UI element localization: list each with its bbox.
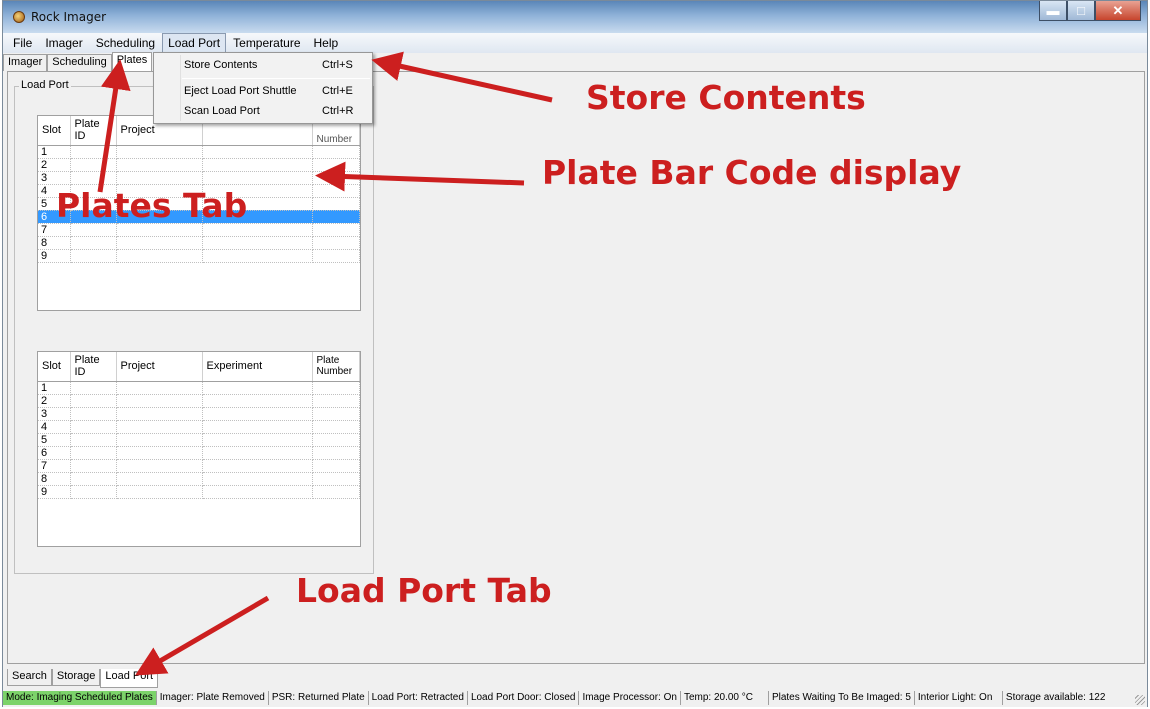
annotation-load-port-tab: Load Port Tab xyxy=(296,571,552,610)
app-icon xyxy=(13,11,25,23)
table-row[interactable]: 1 xyxy=(38,381,360,395)
menu-imager[interactable]: Imager xyxy=(39,33,88,53)
status-light: Interior Light: On xyxy=(915,691,1003,705)
column-header[interactable]: Plate ID xyxy=(70,352,117,382)
table-row[interactable]: 9 xyxy=(38,485,360,499)
plates-grid-bottom[interactable]: Slot Plate ID Project Experiment Plate N… xyxy=(37,351,361,547)
status-waiting: Plates Waiting To Be Imaged: 5 xyxy=(769,691,915,705)
status-door: Load Port Door: Closed xyxy=(468,691,580,705)
table-row[interactable]: 1 xyxy=(38,145,360,159)
menu-item-label: Eject Load Port Shuttle xyxy=(184,85,297,97)
slot-cell: 9 xyxy=(38,249,71,263)
table-row[interactable]: 8 xyxy=(38,472,360,486)
slot-cell: 7 xyxy=(38,459,71,473)
top-tabs: Imager Scheduling Plates xyxy=(3,52,153,71)
slot-cell: 3 xyxy=(38,407,71,421)
load-port-dropdown-menu: Store Contents Ctrl+S Eject Load Port Sh… xyxy=(153,52,373,124)
menu-item-scan-load-port[interactable]: Scan Load Port Ctrl+R xyxy=(154,102,372,122)
table-row[interactable]: 2 xyxy=(38,394,360,408)
groupbox-label: Load Port xyxy=(19,79,71,91)
slot-cell: 2 xyxy=(38,394,71,408)
table-row[interactable]: 3 xyxy=(38,407,360,421)
minimize-button[interactable]: ▬ xyxy=(1039,1,1067,21)
bottom-tabs: Search Storage Load Port xyxy=(7,669,159,688)
menu-bar: File Imager Scheduling Load Port Tempera… xyxy=(3,33,1147,53)
column-header[interactable]: Experiment xyxy=(202,352,313,382)
tab-search[interactable]: Search xyxy=(7,669,52,686)
status-processor: Image Processor: On xyxy=(579,691,681,705)
window-title: Rock Imager xyxy=(31,10,107,24)
menu-help[interactable]: Help xyxy=(308,33,345,53)
slot-cell: 3 xyxy=(38,171,71,185)
table-row[interactable]: 2 xyxy=(38,158,360,172)
close-button[interactable]: ✕ xyxy=(1095,1,1141,21)
slot-cell: 5 xyxy=(38,433,71,447)
tab-load-port[interactable]: Load Port xyxy=(100,669,159,688)
column-header[interactable]: Project xyxy=(116,352,203,382)
status-mode: Mode: Imaging Scheduled Plates xyxy=(3,691,157,705)
annotation-plates-tab: Plates Tab xyxy=(56,186,248,225)
tab-imager[interactable]: Imager xyxy=(3,54,48,71)
menu-item-store-contents[interactable]: Store Contents Ctrl+S xyxy=(154,56,372,76)
tab-scheduling[interactable]: Scheduling xyxy=(47,54,112,71)
column-header[interactable]: Plate ID xyxy=(70,116,117,146)
menu-item-shortcut: Ctrl+E xyxy=(322,85,353,97)
status-bar: Mode: Imaging Scheduled Plates Imager: P… xyxy=(3,689,1147,707)
slot-cell: 6 xyxy=(38,446,71,460)
menu-item-eject-shuttle[interactable]: Eject Load Port Shuttle Ctrl+E xyxy=(154,82,372,102)
menu-load-port[interactable]: Load Port xyxy=(162,33,227,53)
column-header[interactable]: Slot xyxy=(38,352,71,382)
menu-scheduling[interactable]: Scheduling xyxy=(90,33,161,53)
status-temp: Temp: 20.00 °C xyxy=(681,691,769,705)
load-port-groupbox: Load Port Slot Plate ID Project Number 1… xyxy=(14,79,374,574)
slot-cell: 1 xyxy=(38,145,71,159)
slot-cell: 8 xyxy=(38,236,71,250)
slot-cell: 2 xyxy=(38,158,71,172)
slot-cell: 8 xyxy=(38,472,71,486)
table-row[interactable]: 4 xyxy=(38,420,360,434)
app-window: Rock Imager ▬ □ ✕ File Imager Scheduling… xyxy=(2,0,1148,707)
annotation-plate-bar-code: Plate Bar Code display xyxy=(542,153,962,192)
tab-plates[interactable]: Plates xyxy=(111,52,153,71)
menu-temperature[interactable]: Temperature xyxy=(227,33,306,53)
table-row[interactable]: 6 xyxy=(38,446,360,460)
column-header[interactable]: Slot xyxy=(38,116,71,146)
window-controls: ▬ □ ✕ xyxy=(1039,1,1141,23)
column-header[interactable]: Plate Number xyxy=(312,352,360,382)
slot-cell: 1 xyxy=(38,381,71,395)
table-row[interactable]: 7 xyxy=(38,459,360,473)
status-load-port: Load Port: Retracted xyxy=(369,691,468,705)
slot-cell: 9 xyxy=(38,485,71,499)
status-storage: Storage available: 122 xyxy=(1005,692,1106,703)
menu-separator xyxy=(182,78,370,79)
annotation-store-contents: Store Contents xyxy=(586,78,866,117)
status-psr: PSR: Returned Plate xyxy=(269,691,369,705)
table-row[interactable]: 8 xyxy=(38,236,360,250)
slot-cell: 4 xyxy=(38,420,71,434)
status-imager: Imager: Plate Removed xyxy=(157,691,269,705)
tab-storage[interactable]: Storage xyxy=(51,669,101,686)
title-bar[interactable]: Rock Imager ▬ □ ✕ xyxy=(3,1,1147,33)
menu-item-shortcut: Ctrl+R xyxy=(322,105,354,117)
maximize-button[interactable]: □ xyxy=(1067,1,1095,21)
table-row[interactable]: 3 xyxy=(38,171,360,185)
resize-grip-icon[interactable] xyxy=(1135,695,1145,705)
menu-item-shortcut: Ctrl+S xyxy=(322,59,353,71)
menu-file[interactable]: File xyxy=(7,33,38,53)
table-row[interactable]: 9 xyxy=(38,249,360,263)
menu-item-label: Scan Load Port xyxy=(184,105,260,117)
table-row[interactable]: 5 xyxy=(38,433,360,447)
menu-item-label: Store Contents xyxy=(184,59,258,71)
